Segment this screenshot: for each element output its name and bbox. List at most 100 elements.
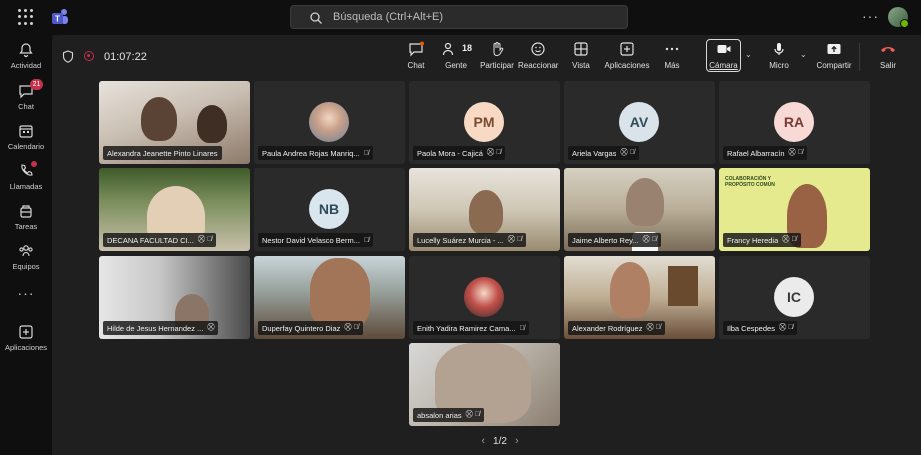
more-icon: [665, 47, 679, 51]
participant-tile[interactable]: Duperfay Quintero Diaz ⛒ 🎙̸: [254, 256, 405, 339]
rail-item-tasks[interactable]: Tareas: [0, 203, 52, 231]
app-launcher-icon[interactable]: [18, 9, 34, 25]
meeting-toolbar: 01:07:22 Chat 18 Gente Participar Reacci…: [52, 35, 921, 78]
smile-icon: [531, 42, 545, 56]
participant-name-bar: Ariela Vargas ⛒ 🎙̸: [568, 146, 639, 160]
chat-button[interactable]: Chat: [402, 41, 430, 70]
camera-label: Cámara: [709, 61, 738, 70]
next-page-icon[interactable]: ›: [515, 435, 519, 447]
person-silhouette: [197, 105, 227, 143]
participant-tile[interactable]: Hilde de Jesus Hernandez ... ⛒: [99, 256, 250, 339]
camera-options-chevron-icon[interactable]: ⌄: [745, 50, 752, 59]
rail-item-apps[interactable]: Aplicaciones: [0, 324, 52, 352]
rail-item-calls[interactable]: Llamadas: [0, 161, 52, 191]
participant-name-bar: Duperfay Quintero Diaz ⛒ 🎙̸: [258, 321, 363, 335]
view-label: Vista: [572, 61, 590, 70]
share-screen-icon: [827, 44, 841, 54]
raise-hand-button[interactable]: Participar: [479, 41, 515, 70]
mic-label: Micro: [769, 61, 789, 70]
grid-view-icon: [574, 42, 588, 56]
apps-button[interactable]: Aplicaciones: [603, 41, 651, 70]
participant-name: Francy Heredia: [727, 235, 779, 245]
apps-label: Aplicaciones: [604, 61, 650, 70]
camera-button[interactable]: Cámara: [708, 41, 739, 70]
participant-name: Hilde de Jesus Hernandez ...: [107, 323, 204, 333]
previous-page-icon[interactable]: ‹: [481, 435, 485, 447]
participant-name-bar: Ilba Cespedes ⛒ 🎙̸: [723, 321, 798, 335]
participant-name-bar: Alexander Rodríguez ⛒ 🎙̸: [568, 321, 665, 335]
rail-item-teams[interactable]: Equipos: [0, 243, 52, 271]
participant-tile[interactable]: Jaime Alberto Rey... ⛒ 🎙̸: [564, 168, 715, 251]
profile-avatar[interactable]: [888, 7, 909, 28]
participant-name: Ariela Vargas: [572, 148, 617, 158]
participant-tile[interactable]: RA Rafael Albarracín ⛒ 🎙̸: [719, 81, 870, 164]
participant-tile[interactable]: absalon arias ⛒ 🎙̸: [409, 343, 560, 426]
rail-more-icon[interactable]: ···: [0, 285, 52, 301]
leave-button[interactable]: Salir: [874, 41, 902, 70]
title-bar: T Búsqueda (Ctrl+Alt+E) ···: [0, 0, 921, 35]
participant-initials-avatar: AV: [619, 102, 659, 142]
raise-hand-label: Participar: [480, 61, 514, 70]
rail-label-calls: Llamadas: [9, 182, 43, 191]
mic-muted-icon: ⛒ 🎙̸: [620, 149, 635, 156]
participant-tile[interactable]: Lucelly Suárez Murcia - ... ⛒ 🎙̸: [409, 168, 560, 251]
participant-initials-avatar: IC: [774, 277, 814, 317]
more-button[interactable]: Más: [660, 41, 684, 70]
people-button[interactable]: 18 Gente: [440, 41, 472, 70]
participant-tile[interactable]: IC Ilba Cespedes ⛒ 🎙̸: [719, 256, 870, 339]
participant-tile[interactable]: Paula Andrea Rojas Manriq... 🎙̸: [254, 81, 405, 164]
participant-tile[interactable]: DECANA FACULTAD CI... ⛒ 🎙̸: [99, 168, 250, 251]
more-label: Más: [664, 61, 680, 70]
participant-photo: [309, 102, 349, 142]
mic-muted-icon: ⛒ 🎙̸: [344, 324, 359, 331]
participant-tile[interactable]: NB Nestor David Velasco Berm... 🎙̸: [254, 168, 405, 251]
participant-tile[interactable]: COLABORACIÓN Y PROPÓSITO COMÚN Francy He…: [719, 168, 870, 251]
rail-item-chat[interactable]: 21 Chat: [0, 79, 52, 111]
hang-up-icon: [881, 47, 895, 52]
search-input[interactable]: Búsqueda (Ctrl+Alt+E): [290, 5, 628, 29]
participant-name-bar: Jaime Alberto Rey... ⛒ 🎙̸: [568, 233, 661, 247]
page-navigation: ‹ 1/2 ›: [460, 435, 540, 447]
person-silhouette: [626, 178, 664, 226]
participant-name-bar: Hilde de Jesus Hernandez ... ⛒: [103, 321, 219, 335]
toolbar-separator: [859, 43, 860, 71]
participant-tile[interactable]: Alexander Rodríguez ⛒ 🎙̸: [564, 256, 715, 339]
recording-icon: [84, 51, 94, 61]
view-button[interactable]: Vista: [568, 41, 594, 70]
rail-item-activity[interactable]: Actividad: [0, 42, 52, 70]
participant-tile[interactable]: AV Ariela Vargas ⛒ 🎙̸: [564, 81, 715, 164]
share-label: Compartir: [816, 61, 852, 70]
participant-tile[interactable]: Alexandra Jeanette Pinto Linares: [99, 81, 250, 164]
participant-name-bar: Nestor David Velasco Berm... 🎙̸: [258, 233, 374, 247]
participant-name-bar: Paola Mora - Cajicá ⛒ 🎙̸: [413, 146, 506, 160]
mic-muted-icon: ⛒ 🎙̸: [788, 149, 803, 156]
calls-notification-dot: [31, 161, 37, 167]
participant-name-bar: Alexandra Jeanette Pinto Linares: [103, 146, 222, 160]
mic-options-chevron-icon[interactable]: ⌄: [800, 50, 807, 59]
participant-name: Duperfay Quintero Diaz: [262, 323, 341, 333]
rail-item-calendar[interactable]: Calendario: [0, 123, 52, 151]
participant-name: Lucelly Suárez Murcia - ...: [417, 235, 504, 245]
participant-name-bar: DECANA FACULTAD CI... ⛒ 🎙̸: [103, 233, 217, 247]
rail-label-chat: Chat: [18, 102, 34, 111]
mic-muted-icon: ⛒ 🎙̸: [507, 236, 523, 243]
participant-tile[interactable]: PM Paola Mora - Cajicá ⛒ 🎙̸: [409, 81, 560, 164]
person-silhouette: [310, 258, 370, 328]
participant-tile[interactable]: Enith Yadira Ramirez Cama... 🎙̸: [409, 256, 560, 339]
react-button[interactable]: Reaccionar: [518, 41, 558, 70]
shield-icon: [62, 50, 74, 63]
share-button[interactable]: Compartir: [814, 41, 854, 70]
mic-muted-icon: ⛒ 🎙̸: [646, 324, 661, 331]
participant-name: DECANA FACULTAD CI...: [107, 235, 194, 245]
more-options-icon[interactable]: ···: [862, 8, 879, 24]
participant-initials-avatar: RA: [774, 102, 814, 142]
mic-button[interactable]: Micro: [764, 41, 794, 70]
participant-initials-avatar: PM: [464, 102, 504, 142]
leave-label: Salir: [879, 61, 896, 70]
search-icon: [310, 12, 322, 24]
participant-name-bar: Paula Andrea Rojas Manriq... 🎙̸: [258, 146, 373, 160]
tasks-icon: [20, 205, 32, 218]
participant-name-bar: Enith Yadira Ramirez Cama... 🎙̸: [413, 321, 529, 335]
mic-muted-icon: ⛒ 🎙̸: [642, 236, 657, 243]
camera-icon: [717, 45, 730, 53]
